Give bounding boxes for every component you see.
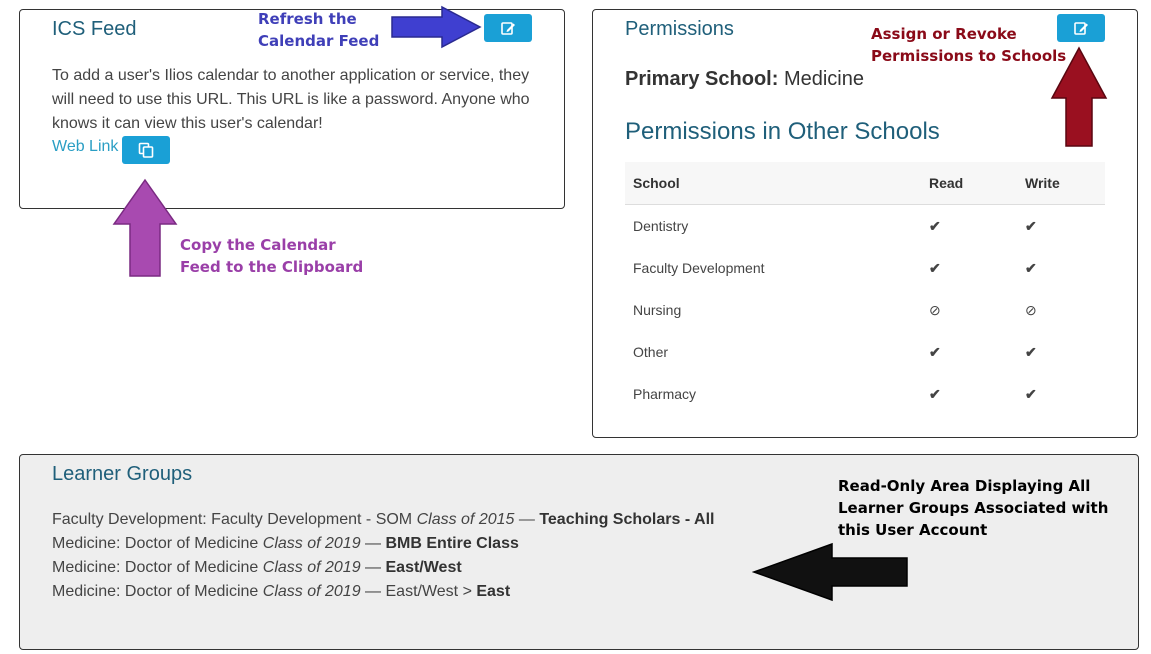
primary-school-value: Medicine	[783, 68, 864, 90]
check-icon: ✔	[929, 343, 941, 360]
school-name: Other	[633, 344, 669, 360]
learner-groups-title: Learner Groups	[52, 463, 193, 485]
assign-annotation: Assign or Revoke Permissions to Schools	[871, 23, 1066, 67]
permissions-title: Permissions	[625, 18, 734, 40]
check-icon: ✔	[929, 217, 941, 234]
learner-group-name: East	[476, 583, 511, 600]
ics-feed-description: To add a user's Ilios calendar to anothe…	[52, 67, 530, 132]
annotation-line: Read-Only Area Displaying All	[838, 477, 1091, 495]
annotation-line: Feed to the Clipboard	[180, 258, 364, 276]
separator: —	[514, 511, 540, 528]
table-header-row: School Read Write	[625, 162, 1105, 205]
refresh-calendar-feed-button[interactable]	[484, 14, 532, 42]
school-name: Nursing	[633, 302, 682, 318]
school-name: Dentistry	[633, 218, 689, 234]
check-icon: ✔	[1025, 343, 1037, 360]
check-icon: ✔	[929, 385, 941, 402]
web-link[interactable]: Web Link	[52, 138, 118, 156]
annotation-line: Permissions to Schools	[871, 47, 1067, 65]
check-icon: ✔	[929, 259, 941, 276]
readonly-annotation: Read-Only Area Displaying All Learner Gr…	[838, 475, 1108, 541]
refresh-annotation: Refresh the Calendar Feed	[258, 8, 379, 52]
primary-school: Primary School: Medicine	[625, 68, 864, 91]
arrow-up-icon	[1050, 46, 1108, 147]
annotation-line: Assign or Revoke	[871, 25, 1017, 43]
column-header-school: School	[625, 162, 921, 205]
list-item: Medicine: Doctor of Medicine Class of 20…	[52, 559, 462, 577]
ban-icon: ⊘	[929, 301, 941, 318]
ban-icon: ⊘	[1025, 301, 1037, 318]
other-schools-title: Permissions in Other Schools	[625, 118, 940, 145]
learner-group-path: Medicine: Doctor of Medicine	[52, 583, 263, 600]
table-row: Pharmacy ✔ ✔	[625, 373, 1105, 415]
annotation-line: Refresh the	[258, 10, 357, 28]
learner-group-path: Faculty Development: Faculty Development…	[52, 511, 417, 528]
cohort-name: Class of 2019	[262, 559, 361, 576]
cohort-name: Class of 2019	[262, 583, 361, 600]
arrow-up-icon	[112, 178, 178, 277]
learner-group-name: Teaching Scholars - All	[539, 511, 715, 528]
cohort-name: Class of 2015	[416, 511, 515, 528]
edit-icon	[1074, 22, 1088, 35]
column-header-write: Write	[1017, 162, 1105, 205]
column-header-read: Read	[921, 162, 1017, 205]
check-icon: ✔	[1025, 385, 1037, 402]
primary-school-label: Primary School:	[625, 68, 779, 90]
learner-group-path: Medicine: Doctor of Medicine	[52, 559, 263, 576]
separator: —	[360, 559, 386, 576]
copy-annotation: Copy the Calendar Feed to the Clipboard	[180, 234, 363, 278]
annotation-line: Calendar Feed	[258, 32, 380, 50]
arrow-left-icon	[752, 542, 908, 602]
ics-feed-title: ICS Feed	[52, 18, 137, 40]
annotation-line: Copy the Calendar	[180, 236, 336, 254]
copy-icon	[138, 142, 154, 158]
list-item: Faculty Development: Faculty Development…	[52, 511, 714, 529]
table-row: Other ✔ ✔	[625, 331, 1105, 373]
cohort-name: Class of 2019	[262, 535, 361, 552]
table-row: Dentistry ✔ ✔	[625, 205, 1105, 248]
permissions-table: School Read Write Dentistry ✔ ✔ Faculty …	[625, 162, 1105, 415]
school-name: Pharmacy	[633, 386, 697, 402]
list-item: Medicine: Doctor of Medicine Class of 20…	[52, 535, 519, 553]
learner-group-path: Medicine: Doctor of Medicine	[52, 535, 263, 552]
check-icon: ✔	[1025, 259, 1037, 276]
annotation-line: Learner Groups Associated with	[838, 499, 1109, 517]
arrow-right-icon	[391, 5, 482, 49]
learner-group-name: BMB Entire Class	[385, 535, 519, 552]
annotation-line: this User Account	[838, 521, 988, 539]
school-name: Faculty Development	[633, 260, 765, 276]
separator: —	[360, 535, 386, 552]
list-item: Medicine: Doctor of Medicine Class of 20…	[52, 583, 510, 601]
check-icon: ✔	[1025, 217, 1037, 234]
copy-calendar-feed-button[interactable]	[122, 136, 170, 164]
table-row: Faculty Development ✔ ✔	[625, 247, 1105, 289]
learner-group-name: East/West	[385, 559, 462, 576]
table-row: Nursing ⊘ ⊘	[625, 289, 1105, 331]
edit-icon	[501, 22, 515, 35]
separator: — East/West >	[360, 583, 477, 600]
